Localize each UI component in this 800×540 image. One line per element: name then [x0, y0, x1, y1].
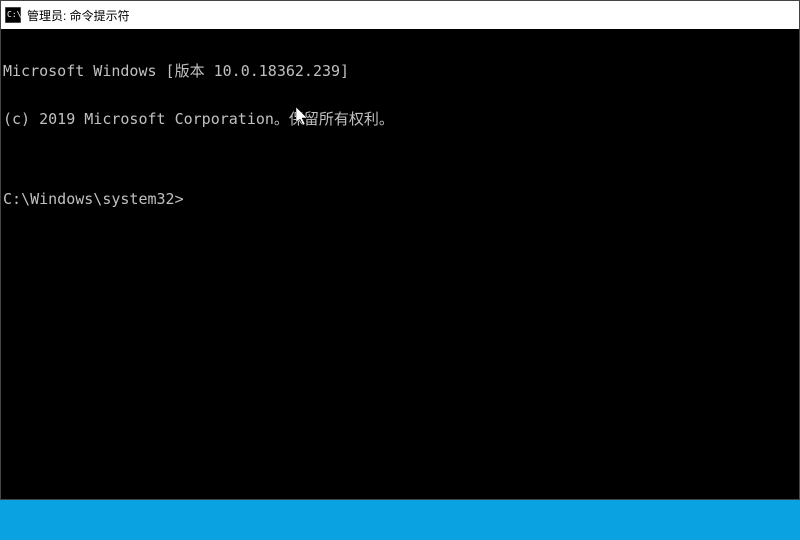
- svg-text:C:\: C:\: [7, 10, 21, 19]
- cmd-icon: C:\: [5, 7, 21, 23]
- titlebar[interactable]: C:\ 管理员: 命令提示符: [1, 1, 799, 29]
- window-title: 管理员: 命令提示符: [27, 7, 130, 24]
- prompt-text: C:\Windows\system32>: [3, 191, 184, 207]
- terminal-area[interactable]: Microsoft Windows [版本 10.0.18362.239] (c…: [1, 29, 799, 499]
- version-line: Microsoft Windows [版本 10.0.18362.239]: [3, 63, 797, 79]
- copyright-line: (c) 2019 Microsoft Corporation。保留所有权利。: [3, 111, 797, 127]
- command-prompt-window: C:\ 管理员: 命令提示符 Microsoft Windows [版本 10.…: [0, 0, 800, 500]
- prompt-line: C:\Windows\system32>: [3, 191, 797, 207]
- taskbar[interactable]: [0, 500, 800, 540]
